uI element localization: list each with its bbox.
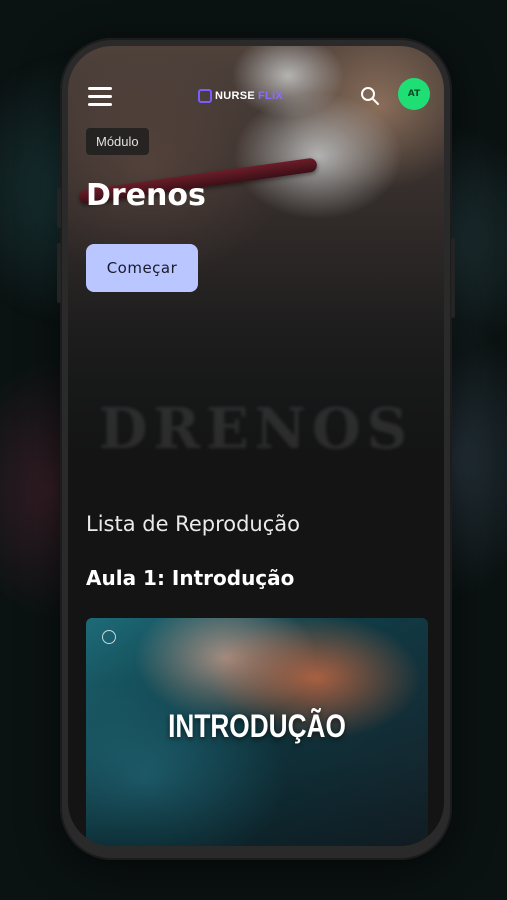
lesson-title: Aula 1: Introdução — [86, 566, 295, 590]
thumbnail-title: INTRODUÇÃO — [168, 708, 346, 744]
phone-frame: DRENOS NURSE FLIX AT Módulo Drenos Começa… — [57, 38, 455, 860]
module-badge: Módulo — [86, 128, 149, 155]
top-bar: NURSE FLIX AT — [68, 76, 444, 116]
logo-text-flix: FLIX — [258, 90, 284, 102]
logo-text-nurse: NURSE — [215, 90, 256, 102]
app-screen: DRENOS NURSE FLIX AT Módulo Drenos Começa… — [68, 46, 444, 846]
hero-watermark: DRENOS — [98, 396, 414, 462]
info-icon — [102, 630, 116, 644]
playlist-heading: Lista de Reprodução — [86, 512, 300, 536]
search-icon[interactable] — [360, 86, 380, 106]
lesson-thumbnail[interactable]: INTRODUÇÃO — [86, 618, 428, 846]
menu-icon[interactable] — [88, 84, 114, 108]
logo-mark-icon — [198, 89, 212, 103]
start-button[interactable]: Começar — [86, 244, 198, 292]
avatar[interactable]: AT — [398, 78, 430, 110]
page-title: Drenos — [86, 178, 206, 213]
app-logo[interactable]: NURSE FLIX — [198, 87, 283, 105]
